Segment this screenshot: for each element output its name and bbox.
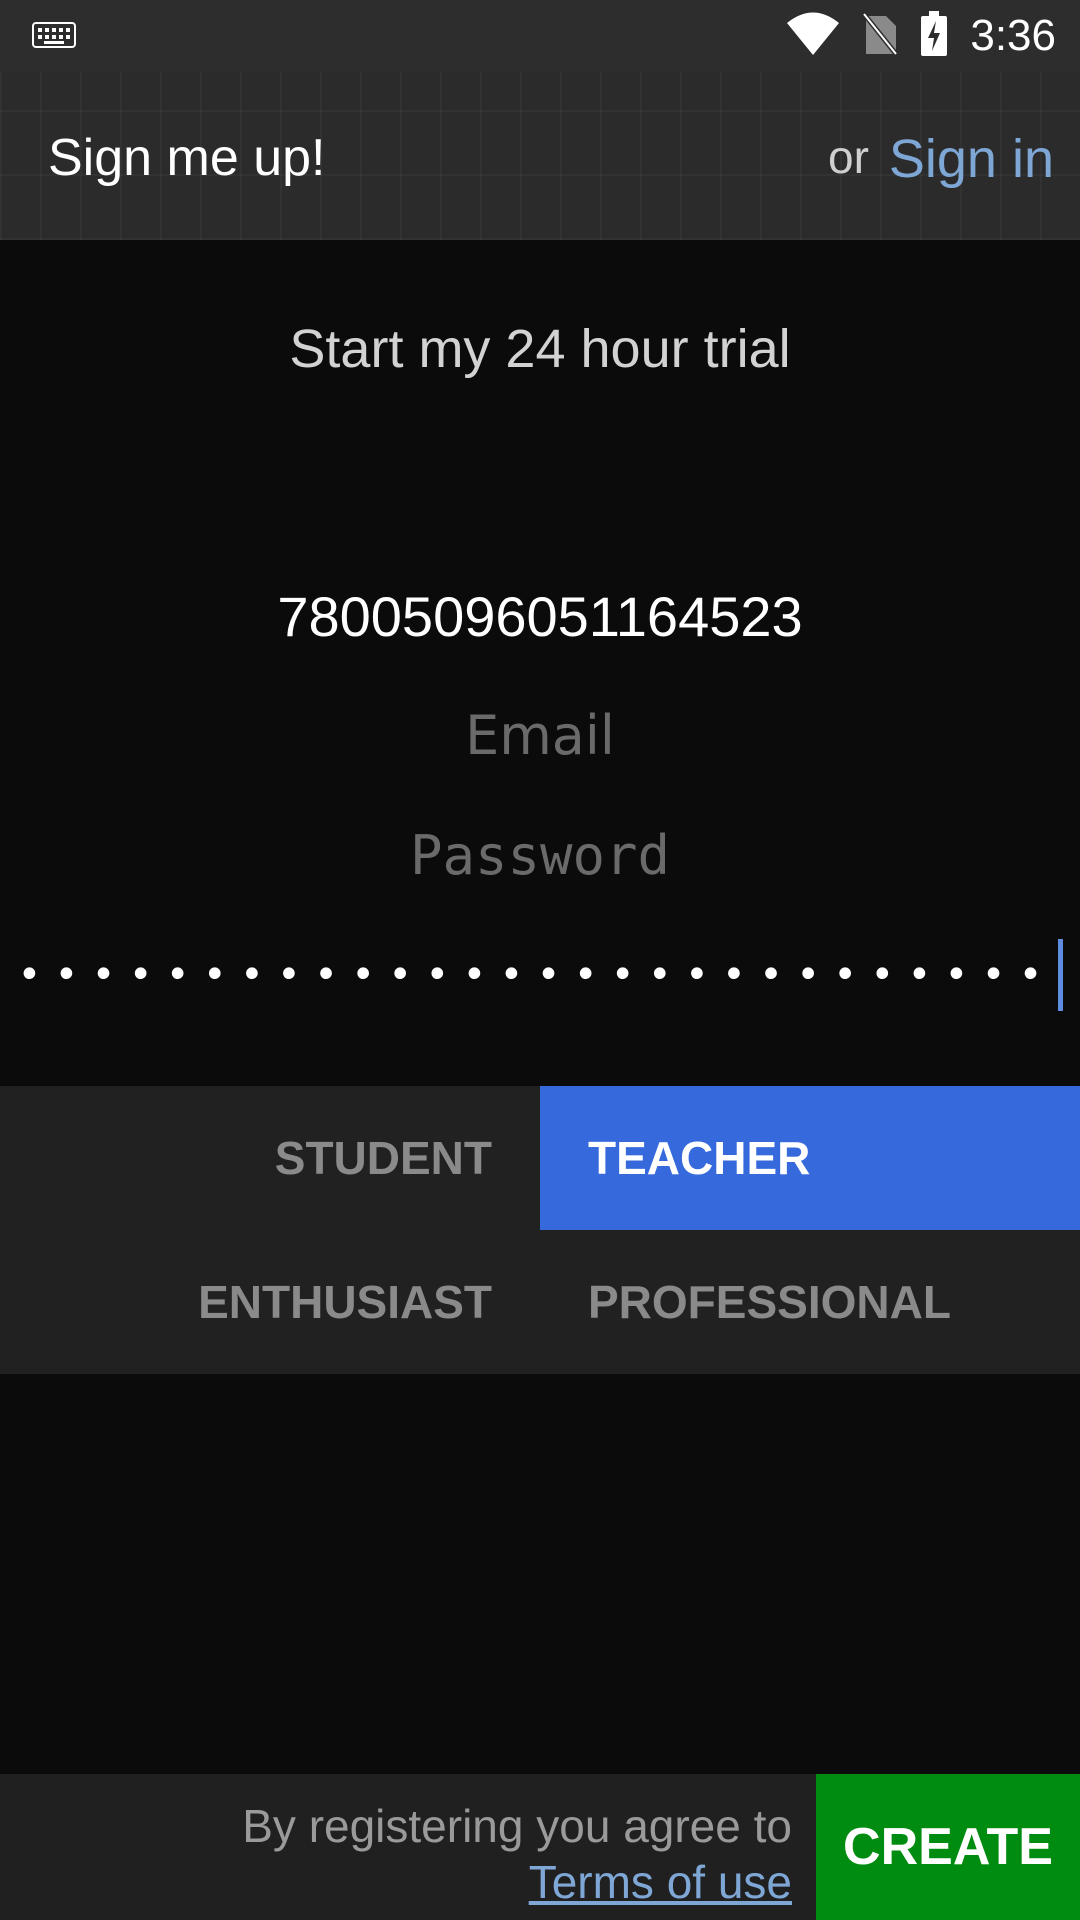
no-sim-icon <box>862 11 899 61</box>
terms-of-use-link[interactable]: Terms of use <box>242 1854 792 1910</box>
header: Sign me up! or Sign in <box>0 72 1080 240</box>
battery-charging-icon <box>920 10 948 62</box>
password-field[interactable]: Password <box>0 824 1080 887</box>
agree-label: By registering you agree to <box>242 1800 792 1852</box>
role-student[interactable]: STUDENT <box>0 1086 540 1230</box>
role-enthusiast[interactable]: ENTHUSIAST <box>0 1230 540 1374</box>
footer: By registering you agree to Terms of use… <box>0 1774 1080 1920</box>
wifi-icon <box>786 12 840 61</box>
status-bar: 3:36 <box>0 0 1080 72</box>
sign-in-link[interactable]: Sign in <box>889 128 1054 190</box>
clock: 3:36 <box>970 11 1056 60</box>
role-professional[interactable]: PROFESSIONAL <box>540 1230 1080 1374</box>
page-title: Sign me up! <box>48 129 326 187</box>
create-button[interactable]: CREATE <box>816 1774 1080 1920</box>
confirm-password-field[interactable]: •••••••••••••••••••••••••••• <box>0 939 1080 1011</box>
masked-password: •••••••••••••••••••••••••••• <box>17 952 1056 998</box>
or-label: or <box>828 131 869 183</box>
name-field[interactable]: 78005096051164523 <box>0 584 1080 649</box>
keyboard-icon <box>32 22 76 53</box>
agree-text: By registering you agree to Terms of use <box>242 1798 792 1910</box>
role-selector: STUDENT TEACHER ENTHUSIAST PROFESSIONAL <box>0 1086 1080 1374</box>
email-field[interactable]: Email <box>0 704 1080 767</box>
trial-heading: Start my 24 hour trial <box>289 319 791 379</box>
role-teacher[interactable]: TEACHER <box>540 1086 1080 1230</box>
text-cursor <box>1057 939 1063 1011</box>
